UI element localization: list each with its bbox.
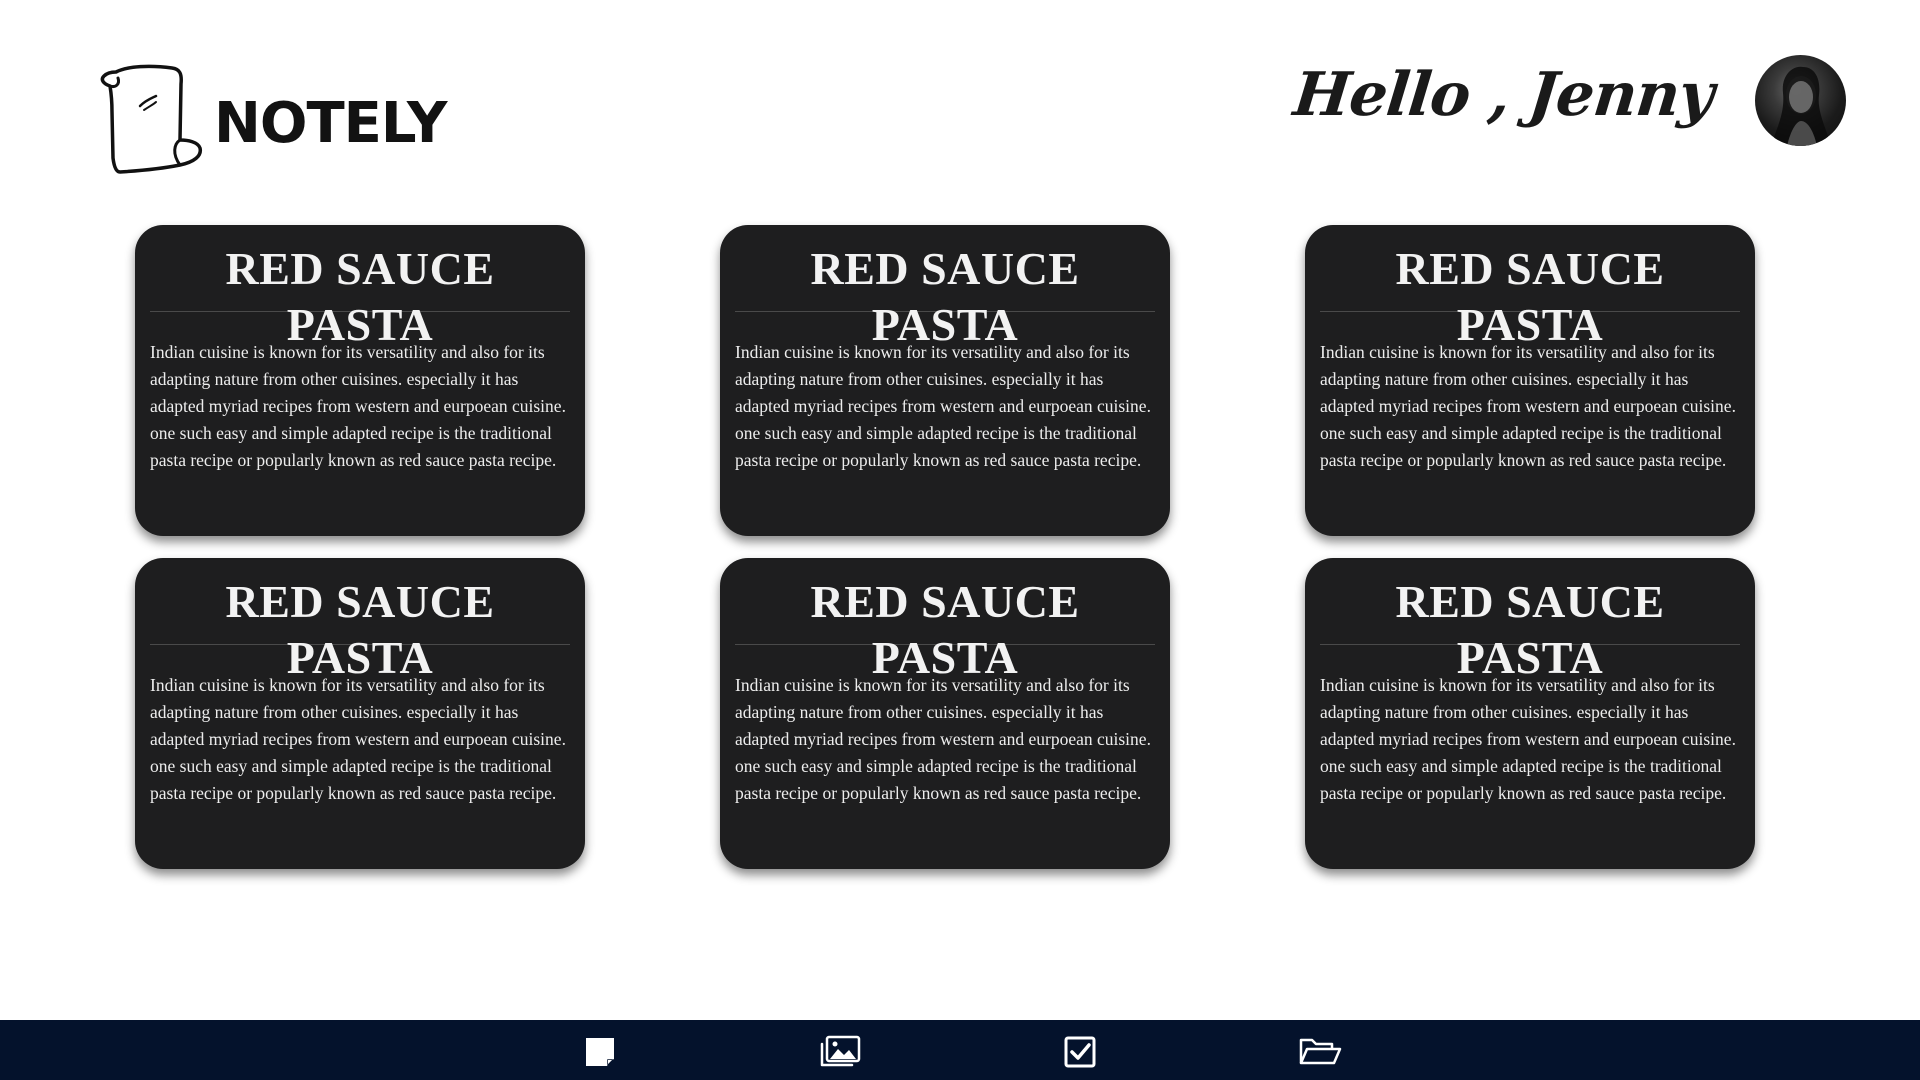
note-title: RED SAUCE PASTA: [1395, 576, 1665, 683]
brand-logo[interactable]: NOTELY: [98, 62, 447, 176]
note-card[interactable]: RED SAUCE PASTA Indian cuisine is known …: [135, 225, 585, 536]
note-title: RED SAUCE PASTA: [225, 243, 495, 350]
images-icon: [820, 1035, 861, 1067]
avatar[interactable]: [1755, 55, 1846, 146]
note-title: RED SAUCE PASTA: [1395, 243, 1665, 350]
note-title: RED SAUCE PASTA: [810, 243, 1080, 350]
nav-folders-button[interactable]: [1298, 1034, 1342, 1070]
note-card[interactable]: RED SAUCE PASTA Indian cuisine is known …: [1305, 558, 1755, 869]
notes-page: NOTELY Hello , Jenny RED SAUCE PASTA Ind…: [0, 0, 1920, 1080]
note-card[interactable]: RED SAUCE PASTA Indian cuisine is known …: [1305, 225, 1755, 536]
note-icon: [586, 1038, 614, 1066]
nav-images-button[interactable]: [818, 1034, 862, 1070]
note-title: RED SAUCE PASTA: [810, 576, 1080, 683]
scroll-icon: [100, 64, 203, 174]
note-card[interactable]: RED SAUCE PASTA Indian cuisine is known …: [135, 558, 585, 869]
folder-open-icon: [1299, 1038, 1342, 1065]
note-card[interactable]: RED SAUCE PASTA Indian cuisine is known …: [720, 225, 1170, 536]
bottom-nav: [0, 1020, 1920, 1080]
user-greeting: Hello , Jenny: [1290, 60, 1717, 130]
note-title: RED SAUCE PASTA: [225, 576, 495, 683]
nav-notes-button[interactable]: [578, 1034, 622, 1070]
note-card[interactable]: RED SAUCE PASTA Indian cuisine is known …: [720, 558, 1170, 869]
notes-grid: RED SAUCE PASTA Indian cuisine is known …: [135, 225, 1755, 869]
checkbox-icon: [1064, 1036, 1096, 1068]
brand-name: NOTELY: [214, 90, 447, 156]
nav-tasks-button[interactable]: [1058, 1034, 1102, 1070]
user-avatar-icon: [1771, 66, 1831, 146]
